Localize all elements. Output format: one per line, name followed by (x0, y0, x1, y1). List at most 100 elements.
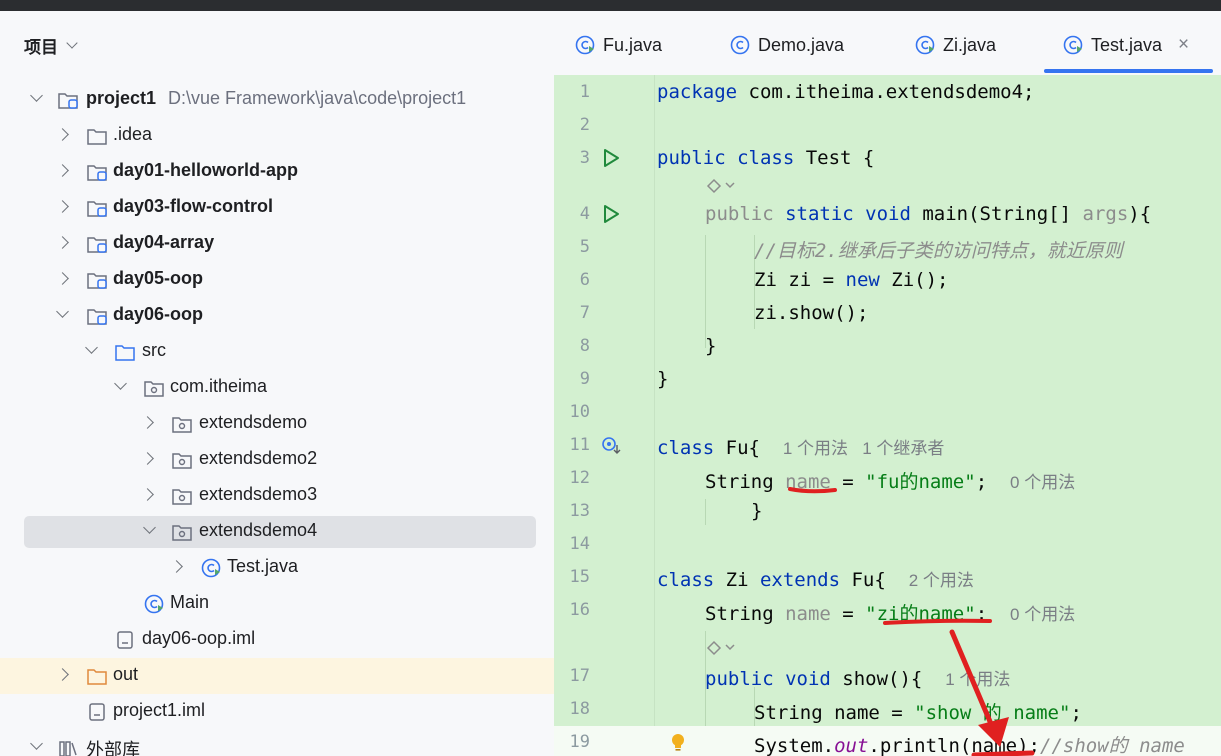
runnable-class-icon (1063, 35, 1083, 55)
code-line-4: 4 public static void main(String[] args)… (554, 198, 1221, 231)
tree-item-main[interactable]: Main (0, 586, 554, 622)
collapsed-arrow-icon[interactable] (56, 236, 69, 249)
iml-file-icon (117, 631, 133, 649)
module-folder-icon (87, 165, 107, 181)
tree-item-test-java[interactable]: Test.java (0, 550, 554, 586)
line-number: 1 (579, 82, 590, 102)
tree-item-out[interactable]: out (0, 658, 554, 694)
code-text: } (751, 500, 763, 522)
tree-item-day04[interactable]: day04-array (0, 226, 554, 262)
expand-arrow-icon[interactable] (85, 341, 98, 354)
tree-item-external-libraries[interactable]: 外部库 (0, 730, 554, 756)
tree-item-label: extendsdemo (199, 412, 308, 432)
run-icon[interactable] (601, 148, 621, 168)
close-icon[interactable]: × (1178, 34, 1189, 56)
collapsed-arrow-icon[interactable] (56, 164, 69, 177)
active-tab-indicator (1044, 69, 1213, 73)
tree-item-label: extendsdemo4 (199, 520, 318, 540)
tree-item-label: src (142, 340, 166, 360)
code-line-17: 17 public void show(){ 1 个用法 (554, 660, 1221, 693)
code-text: class Zi extends Fu{ 2 个用法 (657, 569, 974, 591)
tree-item-label: day04-array (113, 232, 215, 252)
code-comment: //目标2.继承后子类的访问特点，就近原则 (754, 240, 1123, 262)
project-panel-title: 项目 (24, 37, 58, 58)
collapsed-arrow-icon[interactable] (170, 560, 183, 573)
excluded-folder-icon (87, 669, 107, 685)
code-line-15: 15 class Zi extends Fu{ 2 个用法 (554, 561, 1221, 594)
expand-arrow-icon[interactable] (30, 89, 43, 102)
tree-item-day03[interactable]: day03-flow-control (0, 190, 554, 226)
tab-demo-java[interactable]: Demo.java (729, 27, 844, 63)
collapsed-arrow-icon[interactable] (141, 488, 154, 501)
expand-arrow-icon[interactable] (30, 737, 43, 750)
tree-item-src[interactable]: src (0, 334, 554, 370)
tree-item-project1[interactable]: project1 D:\vue Framework\java\code\proje… (0, 82, 554, 118)
tree-item-label: day05-oop (113, 268, 204, 288)
code-text: String name = "fu的name"; 0 个用法 (705, 471, 1076, 493)
tree-item-extendsdemo2[interactable]: extendsdemo2 (0, 442, 554, 478)
line-number: 5 (579, 237, 590, 257)
code-text: zi.show(); (754, 302, 869, 324)
expand-arrow-icon[interactable] (56, 305, 69, 318)
collapsed-arrow-icon[interactable] (56, 200, 69, 213)
tree-item-day06[interactable]: day06-oop (0, 298, 554, 334)
project-panel-header[interactable]: 项目 (24, 33, 78, 58)
usage-hint: 1 个用法 (945, 670, 1011, 689)
module-folder-icon (87, 237, 107, 253)
ai-inlay-icon[interactable] (704, 175, 736, 197)
line-number: 10 (569, 402, 590, 422)
collapsed-arrow-icon[interactable] (141, 416, 154, 429)
tree-item-extendsdemo[interactable]: extendsdemo (0, 406, 554, 442)
class-icon (730, 35, 750, 55)
runnable-class-icon (201, 558, 221, 578)
collapsed-arrow-icon[interactable] (56, 128, 69, 141)
code-line-3: 3 public class Test { (554, 142, 1221, 175)
class-icon (915, 35, 935, 55)
tab-zi-java[interactable]: Zi.java (914, 27, 996, 63)
class-icon (575, 35, 595, 55)
code-line-16: 16 String name = "zi的name"; 0 个用法 (554, 594, 1221, 627)
usage-hint: 0 个用法 (1010, 473, 1076, 492)
tree-item-day05[interactable]: day05-oop (0, 262, 554, 298)
chevron-down-icon[interactable] (66, 37, 78, 49)
tree-item-idea[interactable]: .idea (0, 118, 554, 154)
collapsed-arrow-icon[interactable] (56, 668, 69, 681)
tree-item-com-itheima[interactable]: com.itheima (0, 370, 554, 406)
tree-item-day06-iml[interactable]: day06-oop.iml (0, 622, 554, 658)
code-line-12: 12 String name = "fu的name"; 0 个用法 (554, 462, 1221, 495)
tree-item-extendsdemo3[interactable]: extendsdemo3 (0, 478, 554, 514)
lightbulb-icon[interactable] (668, 732, 688, 752)
ai-inlay-icon[interactable] (704, 637, 736, 659)
tree-item-label: project1 D:\vue Framework\java\code\proje… (86, 88, 467, 108)
editor-tabs: Fu.java Demo.java Zi.java Test.java × (554, 11, 1221, 76)
module-folder-icon (87, 309, 107, 325)
tree-item-project1-iml[interactable]: project1.iml (0, 694, 554, 730)
line-number: 9 (579, 369, 590, 389)
tree-item-label: .idea (113, 124, 153, 144)
window-top-bar (0, 0, 1221, 11)
line-number: 14 (569, 534, 590, 554)
implemented-icon[interactable] (601, 435, 621, 455)
expand-arrow-icon[interactable] (114, 377, 127, 390)
collapsed-arrow-icon[interactable] (141, 452, 154, 465)
code-text: } (657, 368, 669, 390)
tree-item-extendsdemo4[interactable]: extendsdemo4 (0, 514, 554, 550)
collapsed-arrow-icon[interactable] (56, 272, 69, 285)
module-folder-icon (58, 93, 78, 109)
tree-item-day01[interactable]: day01-helloworld-app (0, 154, 554, 190)
code-editor[interactable]: 1 package com.itheima.extendsdemo4; 2 3 … (554, 75, 1221, 756)
tab-fu-java[interactable]: Fu.java (574, 27, 662, 63)
tab-test-java[interactable]: Test.java × (1062, 27, 1189, 63)
line-number: 4 (579, 204, 590, 224)
line-number: 3 (579, 148, 590, 168)
tree-item-label: project1.iml (113, 700, 206, 720)
iml-file-icon (89, 703, 105, 721)
usage-hint: 2 个用法 (908, 571, 974, 590)
code-line-1: 1 package com.itheima.extendsdemo4; (554, 76, 1221, 109)
line-number: 12 (569, 468, 590, 488)
line-number: 2 (579, 115, 590, 135)
run-icon[interactable] (601, 204, 621, 224)
tab-label: Test.java (1091, 34, 1163, 55)
tree-item-label: extendsdemo3 (199, 484, 318, 504)
package-icon (172, 453, 192, 469)
